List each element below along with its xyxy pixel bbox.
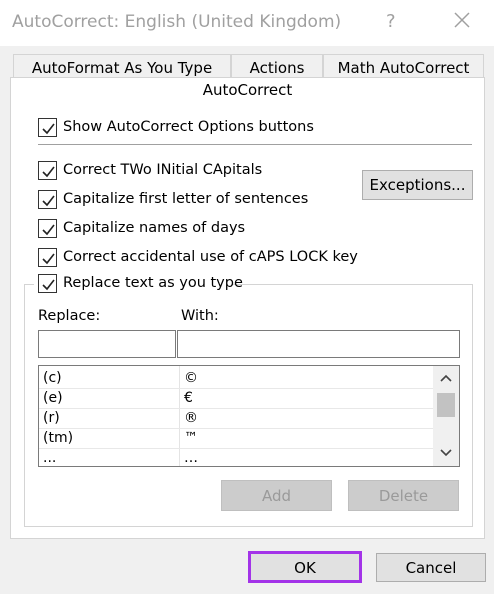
replace-text-checkbox[interactable] bbox=[38, 274, 57, 293]
entry-replace: (c) bbox=[43, 370, 62, 386]
list-item[interactable]: (c) © bbox=[39, 368, 433, 389]
window-title: AutoCorrect: English (United Kingdom) bbox=[12, 12, 342, 32]
replace-input[interactable] bbox=[38, 330, 176, 358]
tab-autoformat-as-you-type[interactable]: AutoFormat As You Type bbox=[13, 54, 231, 78]
delete-button[interactable]: Delete bbox=[348, 480, 459, 511]
replace-text-label: Replace text as you type bbox=[63, 275, 243, 291]
caps-lock-label: Correct accidental use of cAPS LOCK key bbox=[63, 249, 358, 265]
two-initial-capitals-checkbox[interactable] bbox=[38, 161, 57, 180]
first-letter-checkbox[interactable] bbox=[38, 190, 57, 209]
entry-with: … bbox=[184, 450, 198, 466]
entry-replace: (tm) bbox=[43, 430, 74, 446]
scrollbar-thumb[interactable] bbox=[437, 393, 455, 417]
ok-button[interactable]: OK bbox=[248, 551, 362, 583]
entry-with: ™ bbox=[184, 430, 198, 446]
add-button[interactable]: Add bbox=[221, 480, 332, 511]
chevron-up-icon[interactable] bbox=[440, 374, 452, 382]
show-options-label: Show AutoCorrect Options buttons bbox=[63, 119, 314, 135]
entry-replace: (e) bbox=[43, 390, 63, 406]
list-item[interactable]: (e) € bbox=[39, 388, 433, 409]
tab-autocorrect[interactable]: AutoCorrect bbox=[10, 77, 485, 103]
two-initial-capitals-label: Correct TWo INitial CApitals bbox=[63, 162, 263, 178]
list-item[interactable]: (r) ® bbox=[39, 408, 433, 429]
exceptions-button[interactable]: Exceptions... bbox=[362, 170, 473, 200]
names-of-days-checkbox[interactable] bbox=[38, 219, 57, 238]
separator bbox=[38, 144, 472, 145]
list-item[interactable]: ... … bbox=[39, 448, 433, 466]
replace-label: Replace: bbox=[38, 308, 101, 324]
cancel-button[interactable]: Cancel bbox=[376, 553, 486, 582]
entry-with: ® bbox=[184, 410, 198, 426]
tab-math-autocorrect[interactable]: Math AutoCorrect bbox=[323, 54, 484, 78]
scrollbar[interactable] bbox=[433, 366, 459, 466]
chevron-down-icon[interactable] bbox=[440, 449, 452, 457]
with-input[interactable] bbox=[177, 330, 460, 358]
help-button[interactable]: ? bbox=[386, 11, 396, 32]
entry-replace: (r) bbox=[43, 410, 60, 426]
list-item[interactable]: (tm) ™ bbox=[39, 428, 433, 449]
entry-with: © bbox=[184, 370, 198, 386]
entry-replace: ... bbox=[43, 450, 57, 466]
tab-actions[interactable]: Actions bbox=[231, 54, 323, 78]
show-options-checkbox[interactable] bbox=[38, 118, 57, 137]
with-label: With: bbox=[181, 308, 219, 324]
entry-with: € bbox=[184, 390, 193, 406]
first-letter-label: Capitalize first letter of sentences bbox=[63, 191, 309, 207]
caps-lock-checkbox[interactable] bbox=[38, 248, 57, 267]
names-of-days-label: Capitalize names of days bbox=[63, 220, 246, 236]
close-icon[interactable] bbox=[452, 10, 472, 30]
entries-list[interactable]: (c) © (e) € (r) ® (tm) ™ ... … bbox=[38, 365, 460, 467]
